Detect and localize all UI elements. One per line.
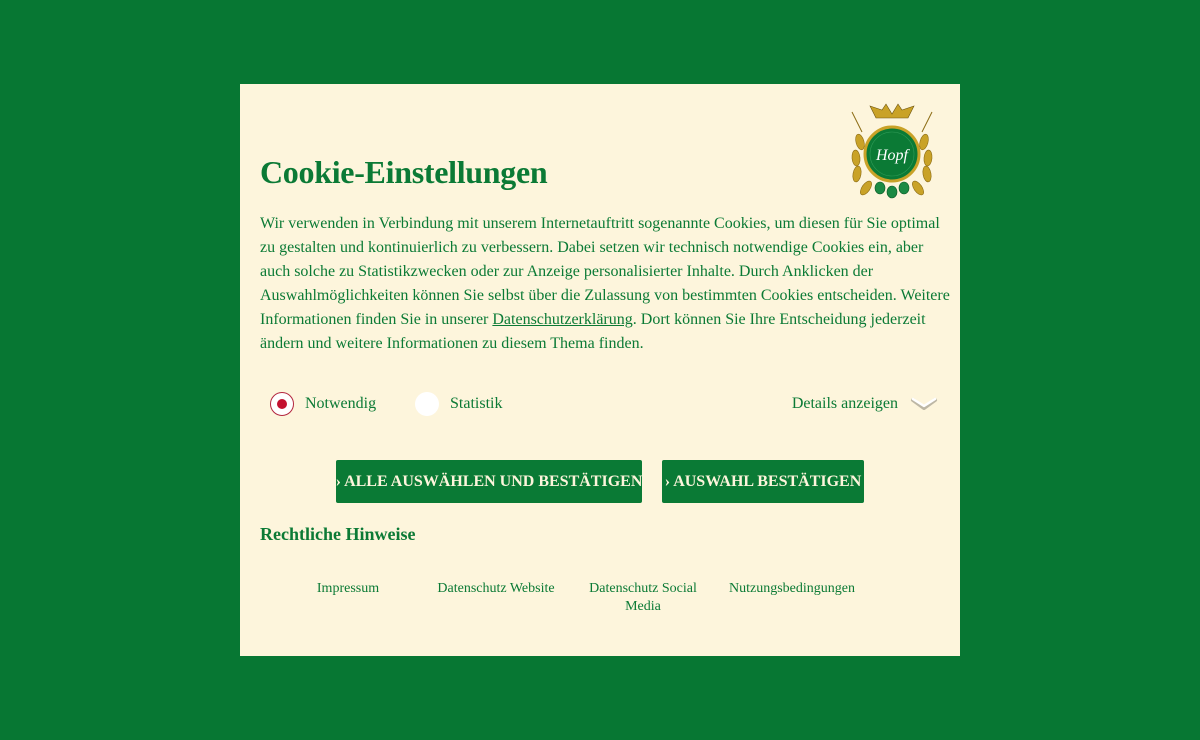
legal-notes-title: Rechtliche Hinweise	[260, 524, 416, 544]
accept-all-button[interactable]: › ALLE AUSWÄHLEN UND BESTÄTIGEN	[336, 460, 642, 503]
legal-link-impressum[interactable]: Impressum	[278, 580, 418, 598]
details-toggle[interactable]: Details anzeigen	[792, 390, 938, 418]
chevron-down-icon	[911, 397, 937, 410]
option-notwendig[interactable]: Notwendig	[270, 390, 376, 418]
option-notwendig-label: Notwendig	[305, 395, 377, 412]
legal-link-datenschutz-social-media[interactable]: Datenschutz Social Media	[573, 580, 713, 616]
privacy-policy-link[interactable]: Datenschutzerklärung	[492, 311, 632, 328]
option-statistik-label: Statistik	[450, 395, 503, 412]
cookie-settings-dialog: Hopf Cookie-Einstellungen Wir verwenden …	[240, 84, 960, 656]
radio-statistik[interactable]	[415, 392, 439, 416]
accept-selection-button[interactable]: › AUSWAHL BESTÄTIGEN	[662, 460, 864, 503]
details-label: Details anzeigen	[791, 395, 898, 412]
radio-notwendig[interactable]	[270, 392, 294, 416]
legal-link-nutzungsbedingungen[interactable]: Nutzungsbedingungen	[722, 580, 862, 598]
logo-text: Hopf	[875, 147, 911, 164]
hopf-logo: Hopf	[851, 103, 933, 199]
dialog-title: Cookie-Einstellungen	[260, 154, 548, 190]
legal-link-datenschutz-website[interactable]: Datenschutz Website	[426, 580, 566, 598]
intro-text: Wir verwenden in Verbindung mit unserem …	[260, 212, 950, 356]
option-statistik[interactable]: Statistik	[415, 390, 502, 418]
